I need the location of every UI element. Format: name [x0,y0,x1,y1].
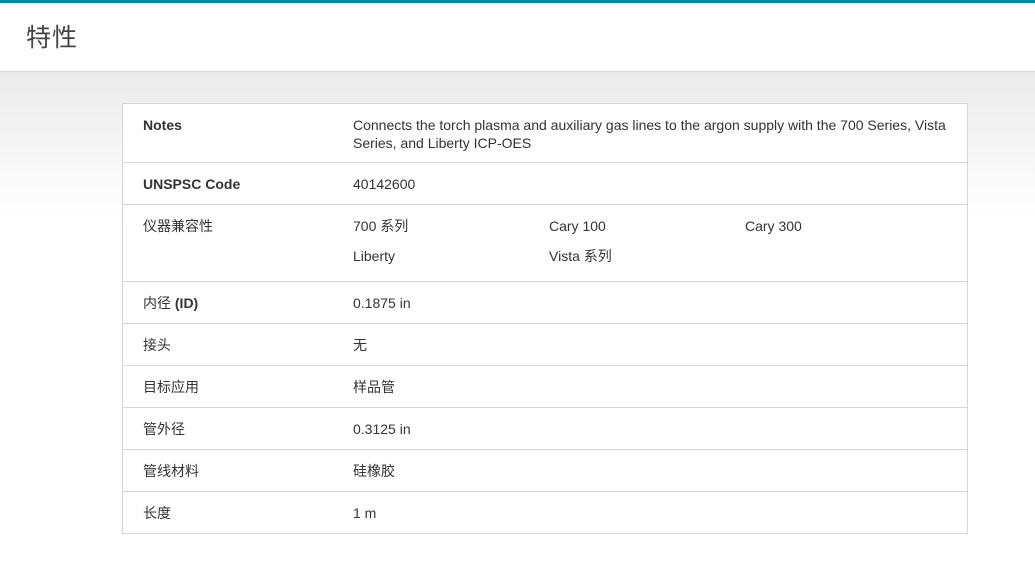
spec-value: 0.3125 in [353,421,411,437]
spec-value: Connects the torch plasma and auxiliary … [353,117,946,151]
specifications-table: Notes Connects the torch plasma and auxi… [122,103,968,534]
spec-label: 接头 [143,337,171,353]
spec-value: 1 m [353,505,377,521]
spec-label: Notes [143,117,182,133]
spec-row-tube-outer-diameter: 管外径 0.3125 in [123,407,967,449]
compatibility-item: 700 系列 [353,218,409,234]
compatibility-list: 700 系列 Cary 100 Cary 300 Liberty Vista 系… [353,205,967,281]
spec-value: 硅橡胶 [353,463,395,479]
spec-row-target-application: 目标应用 样品管 [123,365,967,407]
section-header: 特性 [0,3,1035,72]
compatibility-item: Liberty [353,248,396,264]
page-title: 特性 [26,23,79,52]
spec-row-instrument-compatibility: 仪器兼容性 700 系列 Cary 100 Cary 300 Liberty V… [123,204,967,281]
spec-row-notes: Notes Connects the torch plasma and auxi… [123,104,967,162]
spec-label: UNSPSC Code [143,176,241,192]
spec-label-unit: (ID) [174,295,199,311]
spec-value: 无 [353,337,367,353]
spec-row-connector: 接头 无 [123,323,967,365]
compatibility-item: Cary 100 [549,218,606,234]
spec-label: 长度 [143,505,171,521]
spec-label: 管线材料 [143,463,199,479]
spec-value: 样品管 [353,379,395,395]
spec-value: 40142600 [353,176,416,192]
spec-label: 仪器兼容性 [143,218,213,234]
spec-label: 内径 (ID) [123,282,353,323]
spec-row-length: 长度 1 m [123,491,967,533]
spec-row-tube-material: 管线材料 硅橡胶 [123,449,967,491]
spec-value: 0.1875 in [353,295,411,311]
spec-row-unspsc-code: UNSPSC Code 40142600 [123,162,967,204]
compatibility-item: Cary 300 [745,218,802,234]
spec-label: 目标应用 [143,379,199,395]
spec-label: 管外径 [143,421,185,437]
spec-row-inner-diameter: 内径 (ID) 0.1875 in [123,281,967,323]
content-area: Notes Connects the torch plasma and auxi… [0,72,1035,567]
spec-label-text: 内径 [143,295,175,311]
compatibility-item: Vista 系列 [549,248,612,264]
